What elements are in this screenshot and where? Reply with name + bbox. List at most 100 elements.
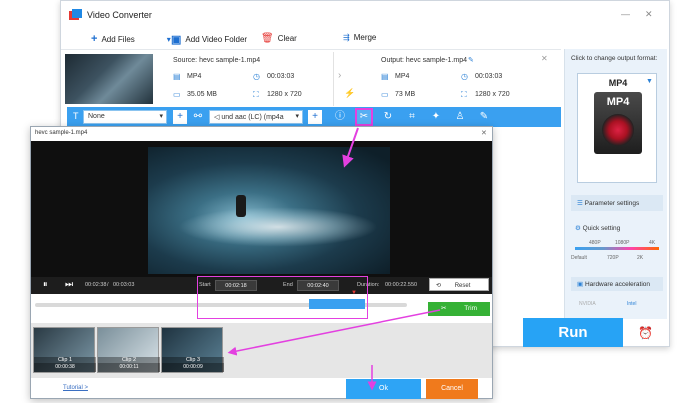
subtitle-select[interactable]: None ▾ bbox=[83, 110, 167, 124]
trim-dialog: hevc sample-1.mp4 ✕ ⏸ ⏭ 00:02:38 / 00:03… bbox=[30, 126, 493, 399]
add-subtitle-icon[interactable]: + bbox=[173, 110, 187, 124]
source-resolution: 1280 x 720 bbox=[267, 91, 302, 98]
time-separator: / bbox=[107, 282, 109, 288]
scissors-trim-icon[interactable]: ✂ bbox=[355, 108, 373, 126]
parameter-settings-label: Parameter settings bbox=[584, 200, 640, 207]
dropdown-triangle-icon: ▼ bbox=[646, 78, 653, 85]
clip-item[interactable]: Clip 2 00:00:11 bbox=[97, 327, 160, 373]
film-reel-icon bbox=[602, 114, 634, 146]
clip-item[interactable]: Clip 1 00:00:38 bbox=[33, 327, 96, 373]
app-logo-icon bbox=[69, 9, 82, 20]
video-preview bbox=[148, 147, 390, 274]
merge-button[interactable]: ⇶ Merge bbox=[343, 33, 376, 42]
quality-slider[interactable] bbox=[575, 247, 659, 250]
output-format-panel: Click to change output format: MP4 ▼ MP4… bbox=[564, 49, 667, 319]
text-icon: T bbox=[73, 111, 79, 121]
current-time: 00:02:38 bbox=[85, 282, 107, 288]
chevron-right-icon: › bbox=[338, 70, 342, 81]
add-files-label: Add Files bbox=[101, 34, 135, 44]
trim-button[interactable]: ✂ Trim bbox=[428, 302, 490, 316]
nvidia-option[interactable]: NVIDIA bbox=[579, 301, 596, 307]
remove-file-icon[interactable]: ✕ bbox=[541, 54, 548, 63]
cancel-button[interactable]: Cancel bbox=[426, 379, 478, 399]
file-row[interactable]: Source: hevc sample-1.mp4 ▤ MP4 ◷ 00:03:… bbox=[61, 49, 561, 107]
resolution-icon: ⛶ bbox=[253, 90, 259, 99]
minimize-button[interactable]: — bbox=[621, 9, 630, 19]
subtitle-value: None bbox=[88, 113, 105, 120]
resolution-icon: ⛶ bbox=[461, 90, 467, 99]
clock-icon: ◷ bbox=[253, 72, 260, 81]
hardware-acceleration: ▣ Hardware acceleration bbox=[571, 277, 663, 291]
effects-wand-icon[interactable]: ✦ bbox=[429, 110, 443, 124]
edit-pencil-icon[interactable]: ✎ bbox=[468, 56, 474, 64]
scissors-icon: ✂ bbox=[440, 305, 447, 312]
crop-icon[interactable]: ⌗ bbox=[405, 110, 419, 124]
folder-plus-icon: ▣ bbox=[171, 34, 182, 46]
mp4-icon-text: MP4 bbox=[606, 96, 630, 108]
ok-button[interactable]: Ok bbox=[346, 379, 421, 399]
reset-button[interactable]: ⟲ Reset bbox=[429, 278, 489, 291]
annotation-highlight-box bbox=[197, 276, 368, 319]
trim-label: Trim bbox=[464, 305, 478, 312]
total-time: 00:03:03 bbox=[113, 282, 135, 288]
next-frame-icon[interactable]: ⏭ bbox=[65, 279, 73, 290]
chip-icon: ▣ bbox=[577, 281, 584, 288]
quality-1080p[interactable]: 1080P bbox=[615, 240, 629, 246]
chevron-down-icon: ▾ bbox=[295, 113, 299, 120]
plus-icon: + bbox=[91, 33, 98, 45]
quality-default[interactable]: Default bbox=[571, 255, 587, 261]
close-icon[interactable]: ✕ bbox=[481, 129, 487, 137]
dialog-title: hevc sample-1.mp4 bbox=[35, 130, 88, 136]
quality-4k[interactable]: 4K bbox=[649, 240, 655, 246]
clear-button[interactable]: 🗑 Clear bbox=[261, 33, 297, 44]
surfer-image bbox=[236, 195, 246, 217]
parameter-settings-button[interactable]: ☰ Parameter settings bbox=[571, 195, 663, 211]
add-audio-icon[interactable]: + bbox=[308, 110, 322, 124]
quality-2k[interactable]: 2K bbox=[637, 255, 643, 261]
trash-icon: 🗑 bbox=[261, 33, 274, 44]
source-label: Source: hevc sample-1.mp4 bbox=[173, 57, 261, 64]
link-icon[interactable]: ⚯ bbox=[191, 110, 205, 124]
video-player bbox=[31, 141, 492, 277]
output-label: Output: hevc sample-1.mp4 bbox=[381, 57, 467, 64]
alarm-clock-icon[interactable]: ⏰ bbox=[638, 326, 653, 340]
format-icon: ▤ bbox=[381, 72, 389, 81]
chevron-down-icon: ▾ bbox=[159, 113, 163, 120]
pause-icon[interactable]: ⏸ bbox=[43, 279, 48, 290]
source-size: 35.05 MB bbox=[187, 91, 217, 98]
duration-value: 00:00:22.550 bbox=[385, 282, 418, 288]
clock-icon: ◷ bbox=[461, 72, 468, 81]
video-thumbnail[interactable] bbox=[65, 54, 153, 104]
clip-item[interactable]: Clip 3 00:00:09 bbox=[161, 327, 224, 373]
toolbar: + Add Files ▾ ▣ Add Video Folder 🗑 Clear… bbox=[61, 29, 561, 49]
wave-image bbox=[178, 207, 378, 247]
divider bbox=[333, 52, 334, 106]
run-button[interactable]: Run bbox=[523, 318, 623, 347]
quality-720p[interactable]: 720P bbox=[607, 255, 619, 261]
quick-setting-label: Quick setting bbox=[582, 225, 621, 232]
source-duration: 00:03:03 bbox=[267, 73, 295, 80]
mp4-format-icon: MP4 bbox=[594, 92, 642, 154]
audio-track-select[interactable]: ◁ und aac (LC) (mp4a ▾ bbox=[209, 110, 303, 124]
add-files-button[interactable]: + Add Files ▾ bbox=[91, 33, 171, 45]
close-button[interactable]: ✕ bbox=[645, 9, 653, 20]
merge-icon: ⇶ bbox=[343, 33, 350, 42]
quality-480p[interactable]: 480P bbox=[589, 240, 601, 246]
output-resolution: 1280 x 720 bbox=[475, 91, 510, 98]
subtitle-edit-icon[interactable]: ✎ bbox=[477, 110, 491, 124]
audio-track-value: und aac (LC) (mp4a bbox=[221, 114, 284, 121]
add-folder-button[interactable]: ▣ Add Video Folder bbox=[171, 33, 247, 46]
title-bar: Video Converter — ✕ bbox=[61, 1, 669, 29]
folder-icon: ▭ bbox=[173, 90, 181, 99]
clips-strip: Clip 1 00:00:38 Clip 2 00:00:11 Clip 3 0… bbox=[31, 323, 492, 378]
watermark-icon[interactable]: ♙ bbox=[453, 110, 467, 124]
quick-setting: ⚙ Quick setting bbox=[575, 224, 620, 232]
app-title: Video Converter bbox=[87, 10, 152, 20]
intel-option[interactable]: Intel bbox=[627, 301, 636, 307]
output-size: 73 MB bbox=[395, 91, 416, 98]
format-selector[interactable]: MP4 ▼ MP4 bbox=[577, 73, 657, 183]
info-icon[interactable]: ⓘ bbox=[333, 110, 347, 124]
rotate-icon[interactable]: ↻ bbox=[381, 110, 395, 124]
clip-time: 00:00:11 bbox=[98, 363, 160, 372]
tutorial-link[interactable]: Tutorial > bbox=[63, 385, 88, 391]
